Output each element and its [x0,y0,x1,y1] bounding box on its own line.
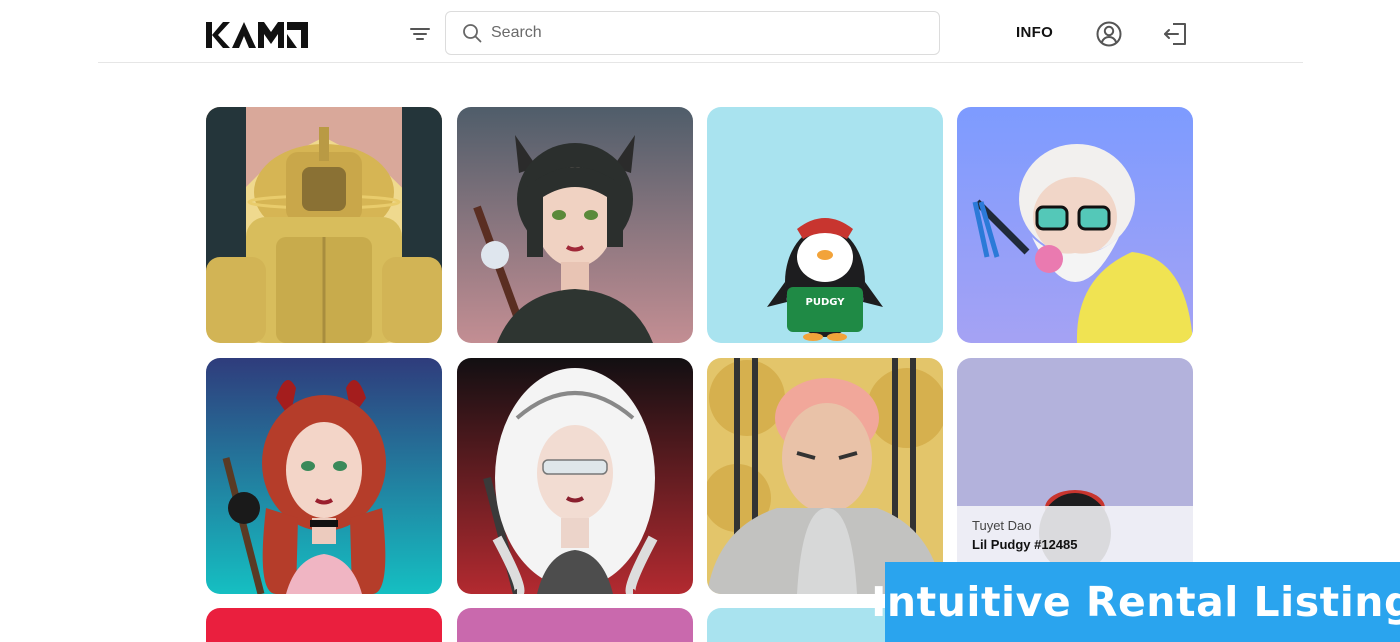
top-header: INFO [0,0,1400,64]
user-circle-icon [1096,21,1122,47]
nft-card-silver-girl[interactable] [457,358,693,594]
logout-icon [1164,23,1186,45]
devil-girl-artwork [206,358,442,594]
search-input[interactable] [491,18,921,48]
silver-girl-artwork [457,358,693,594]
header-divider [98,62,1303,63]
feature-banner-text: Intuitive Rental Listing [871,578,1400,626]
elder-sunglasses-artwork [957,107,1193,343]
feature-banner: Intuitive Rental Listing [871,562,1400,642]
nft-card-red[interactable] [206,608,442,642]
nft-card-ninja-man[interactable] [707,358,943,594]
info-link[interactable]: INFO [1016,24,1053,41]
brand-logo[interactable] [206,22,308,48]
svg-text:PUDGY: PUDGY [806,297,846,308]
nft-card-pudgy-penguin[interactable]: PUDGY [707,107,943,343]
filter-icon [410,28,430,40]
nft-card-devil-girl[interactable] [206,358,442,594]
search-icon [462,23,482,43]
nft-card-magenta[interactable] [457,608,693,642]
search-bar[interactable] [445,11,940,55]
filter-button[interactable] [406,22,434,46]
nft-card-golden-robot[interactable] [206,107,442,343]
item-owner: Tuyet Dao [972,518,1032,533]
pudgy-penguin-artwork: PUDGY [707,107,943,343]
nft-card-lil-pudgy[interactable]: Tuyet Dao Lil Pudgy #12485 [957,358,1193,594]
cat-girl-artwork [457,107,693,343]
user-profile-button[interactable] [1095,20,1123,48]
red-artwork [206,608,442,642]
golden-robot-artwork [206,107,442,343]
ninja-man-artwork [707,358,943,594]
magenta-artwork [457,608,693,642]
nft-card-elder-sunglasses[interactable] [957,107,1193,343]
logout-button[interactable] [1162,20,1190,48]
item-title: Lil Pudgy #12485 [972,537,1078,552]
nft-card-cat-girl[interactable] [457,107,693,343]
